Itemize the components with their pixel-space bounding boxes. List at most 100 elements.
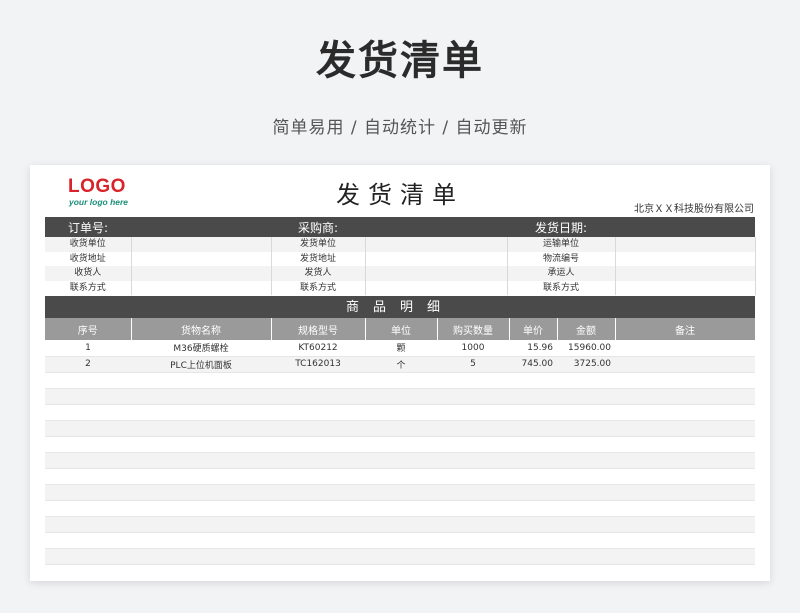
table-cell[interactable]	[509, 404, 557, 421]
table-cell[interactable]	[271, 548, 365, 565]
table-cell[interactable]	[557, 388, 615, 405]
table-cell[interactable]: 15.96	[509, 340, 557, 357]
table-cell[interactable]	[45, 532, 131, 549]
table-cell[interactable]	[509, 516, 557, 533]
table-cell[interactable]	[615, 548, 755, 565]
table-cell[interactable]: TC162013	[271, 356, 365, 373]
table-cell[interactable]	[437, 484, 509, 501]
table-cell[interactable]	[131, 516, 271, 533]
table-cell[interactable]	[131, 484, 271, 501]
table-cell[interactable]	[271, 436, 365, 453]
table-cell[interactable]	[45, 484, 131, 501]
table-cell[interactable]	[509, 548, 557, 565]
ship-date-value[interactable]	[615, 217, 755, 237]
table-cell[interactable]	[45, 436, 131, 453]
table-cell[interactable]	[45, 452, 131, 469]
table-cell[interactable]	[557, 452, 615, 469]
table-cell[interactable]	[131, 548, 271, 565]
info-value-cell[interactable]	[615, 280, 756, 295]
table-cell[interactable]	[615, 388, 755, 405]
table-cell[interactable]	[509, 484, 557, 501]
table-cell[interactable]	[271, 516, 365, 533]
table-cell[interactable]	[437, 404, 509, 421]
table-cell[interactable]	[271, 500, 365, 517]
table-cell[interactable]	[131, 532, 271, 549]
table-cell[interactable]	[365, 484, 437, 501]
table-cell[interactable]	[45, 548, 131, 565]
table-cell[interactable]	[45, 500, 131, 517]
table-cell[interactable]	[615, 436, 755, 453]
table-cell[interactable]	[615, 452, 755, 469]
table-cell[interactable]	[557, 420, 615, 437]
info-value-cell[interactable]	[365, 280, 508, 295]
table-cell[interactable]	[271, 404, 365, 421]
table-cell[interactable]	[615, 356, 755, 373]
table-cell[interactable]	[615, 532, 755, 549]
table-cell[interactable]: 15960.00	[557, 340, 615, 357]
table-cell[interactable]	[509, 388, 557, 405]
info-value-cell[interactable]	[131, 266, 272, 281]
table-cell[interactable]	[557, 484, 615, 501]
table-cell[interactable]	[437, 388, 509, 405]
table-cell[interactable]: PLC上位机面板	[131, 356, 271, 373]
table-cell[interactable]	[365, 500, 437, 517]
table-cell[interactable]: 颗	[365, 340, 437, 357]
table-cell[interactable]: 1	[45, 340, 131, 357]
table-cell[interactable]: 2	[45, 356, 131, 373]
table-cell[interactable]	[615, 420, 755, 437]
table-cell[interactable]	[365, 532, 437, 549]
table-cell[interactable]: M36硬质螺栓	[131, 340, 271, 357]
table-cell[interactable]: KT60212	[271, 340, 365, 357]
info-value-cell[interactable]	[615, 237, 756, 252]
table-cell[interactable]	[271, 452, 365, 469]
table-cell[interactable]	[437, 532, 509, 549]
table-cell[interactable]	[509, 468, 557, 485]
info-value-cell[interactable]	[615, 266, 756, 281]
table-cell[interactable]	[437, 500, 509, 517]
table-cell[interactable]	[557, 516, 615, 533]
table-cell[interactable]	[615, 404, 755, 421]
table-cell[interactable]	[45, 516, 131, 533]
table-cell[interactable]	[557, 532, 615, 549]
info-value-cell[interactable]	[615, 251, 756, 266]
table-cell[interactable]	[557, 404, 615, 421]
info-value-cell[interactable]	[131, 251, 272, 266]
table-cell[interactable]	[615, 340, 755, 357]
info-value-cell[interactable]	[131, 237, 272, 252]
table-cell[interactable]	[437, 516, 509, 533]
table-cell[interactable]	[131, 436, 271, 453]
table-cell[interactable]	[615, 372, 755, 389]
table-cell[interactable]	[557, 548, 615, 565]
table-cell[interactable]	[365, 436, 437, 453]
table-cell[interactable]	[437, 372, 509, 389]
table-cell[interactable]	[615, 468, 755, 485]
table-cell[interactable]	[131, 420, 271, 437]
table-cell[interactable]	[509, 500, 557, 517]
table-cell[interactable]	[131, 388, 271, 405]
table-cell[interactable]	[365, 548, 437, 565]
table-cell[interactable]	[365, 452, 437, 469]
table-cell[interactable]	[557, 468, 615, 485]
table-cell[interactable]	[45, 388, 131, 405]
order-no-value[interactable]	[131, 217, 271, 237]
table-cell[interactable]	[437, 452, 509, 469]
table-cell[interactable]	[271, 532, 365, 549]
table-cell[interactable]	[45, 420, 131, 437]
table-cell[interactable]	[271, 372, 365, 389]
table-cell[interactable]	[365, 468, 437, 485]
table-cell[interactable]	[271, 484, 365, 501]
buyer-value[interactable]	[365, 217, 507, 237]
table-cell[interactable]	[365, 420, 437, 437]
table-cell[interactable]	[45, 404, 131, 421]
table-cell[interactable]: 5	[437, 356, 509, 373]
table-cell[interactable]	[131, 452, 271, 469]
table-cell[interactable]	[365, 388, 437, 405]
table-cell[interactable]	[509, 420, 557, 437]
table-cell[interactable]	[437, 420, 509, 437]
table-cell[interactable]: 个	[365, 356, 437, 373]
table-cell[interactable]	[557, 372, 615, 389]
table-cell[interactable]	[557, 500, 615, 517]
table-cell[interactable]	[131, 404, 271, 421]
info-value-cell[interactable]	[131, 280, 272, 295]
table-cell[interactable]	[557, 436, 615, 453]
